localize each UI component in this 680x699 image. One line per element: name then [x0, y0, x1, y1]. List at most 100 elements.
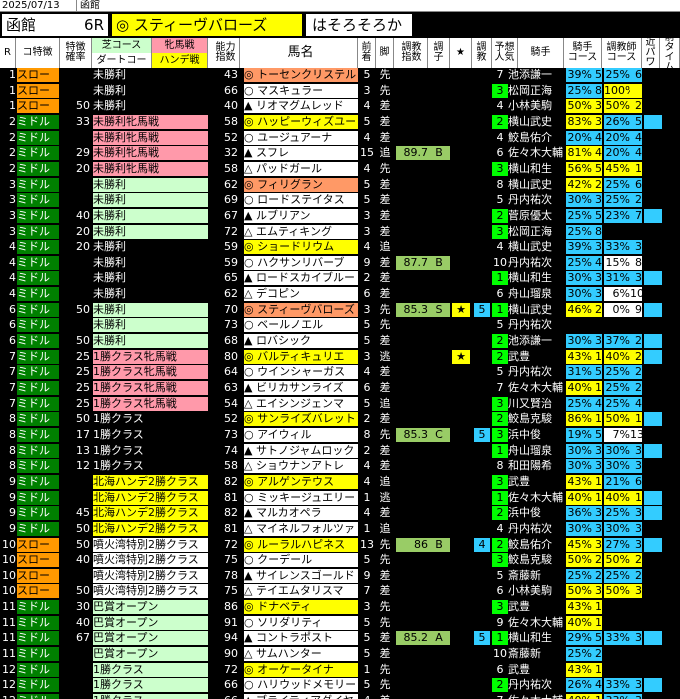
table-row[interactable]: 1スロー未勝利66○ マスキュラー3先3松岡正海25%8100%: [0, 83, 680, 99]
running-style: 差: [379, 287, 391, 301]
horse-name: △ パッドガール: [244, 161, 358, 176]
table-row[interactable]: 11 ミドル 巴賞オープン 90 △ サムハンター 5 差 10 斎藤新 25% 2: [0, 647, 680, 662]
table-row[interactable]: 9 ミドル 45 北海ハンデ2勝クラス 82 ▲ マルカオペラ 4 差 2 浜中俊 36% 3 25% 3: [0, 506, 680, 521]
table-row[interactable]: 10 スロー 噴火湾特別2勝クラス 78 ▲ サイレンスゴールド 9 差 5 斎藤新 25% 2 25…: [0, 568, 680, 584]
table-row[interactable]: 3 ミドル 20 未勝利 72 △ エムティキング 3 差 3 松岡正海 25% 8: [0, 224, 680, 240]
table-row[interactable]: 1 スロー 未勝利 43 ◎ トーセンクリステル 5 先 7 池添謙一 39% 5 25% 6: [0, 68, 680, 83]
running-style: 差: [379, 584, 391, 598]
table-row[interactable]: 8 ミドル 17 1勝クラス 73 ○ アイウィル 8 先 85.3 C 5 3 浜中俊 19% 5 7% 13: [0, 427, 680, 443]
header-name: 馬名: [244, 38, 358, 68]
table-row[interactable]: 8 ミドル 12 1勝クラス 58 △ ショウナンアトレ 4 差 8 和田陽希 30% 3 30% 3: [0, 459, 680, 474]
table-row[interactable]: 9 ミドル 50 北海ハンデ2勝クラス 81 △ マイネルフォルツァ 1 追 4 丹内祐次 30% 3…: [0, 521, 680, 537]
trainer-course-rank: 7: [630, 208, 642, 223]
table-row[interactable]: 4 ミドル 未勝利 62 △ デコピン 6 差 6 舟山瑠泉 30% 3 6% 10: [0, 287, 680, 302]
jockey-course-rate: 50%: [566, 99, 592, 114]
jockey-course-rank: 1: [592, 381, 602, 395]
table-row[interactable]: 1 スロー 50 未勝利 40 ▲ リオマグムレッド 4 差 4 小林美駒 50% 3 50% 2: [0, 99, 680, 114]
top-pick-comment: はそろそろか: [306, 14, 412, 36]
trainer-course-rate: 40%: [604, 349, 630, 364]
trainer-course-rank: 2: [630, 365, 642, 380]
horse-name: △ サムハンター: [244, 647, 358, 662]
table-row[interactable]: 6 ミドル 未勝利 73 ○ ベールノエル 5 先 5 丹内祐次: [0, 318, 680, 333]
table-row[interactable]: 2 ミドル 29 未勝利牝馬戦 32 ▲ スフレ 15 追 89.7 B 6 佐々木大輔 81% 4 20%…: [0, 146, 680, 161]
table-row[interactable]: 9 ミドル 北海ハンデ2勝クラス 82 ◎ アルゲンテウス 4 追 3 武豊 43% 1 21% 6: [0, 474, 680, 490]
trainer-course-rate: 25%: [604, 396, 630, 411]
feature-rate: [60, 318, 90, 332]
race-type: 噴火湾特別2勝クラス: [93, 553, 208, 568]
predicted-popularity: 6: [496, 287, 504, 301]
venue-tab[interactable]: 函館: [76, 0, 100, 12]
horse-name: ○ ロードステイタス: [244, 193, 358, 208]
jockey-name: 松岡正海: [508, 83, 552, 97]
table-row[interactable]: 9 ミドル 北海ハンデ2勝クラス 81 ○ ミッキージュエリー 1 逃 1 佐々木大輔 40% 1 4…: [0, 490, 680, 506]
table-row[interactable]: 6 ミドル 50 未勝利 70 ◎ スティーヴバローズ 3 先 85.3 S ★ 5 1 横山武史 46% 2…: [0, 302, 680, 318]
horse-name: ◎ ドナベティ: [244, 600, 358, 615]
table-row[interactable]: 11 ミドル 67 巴賞オープン 94 ▲ コントラポスト 5 差 85.2 A 5 1 横山和生 29%…: [0, 631, 680, 646]
training-index: 86: [396, 537, 428, 552]
race-number: 10: [2, 537, 16, 551]
table-row[interactable]: 12 ミドル 1勝クラス 66 ○ ハリウッドメモリー 5 先 2 丹内祐次 26% 4 33% 3: [0, 678, 680, 693]
race-type: 1勝クラス: [93, 427, 144, 441]
table-row[interactable]: 4 ミドル 未勝利 59 ○ ハクサンリバーブ 9 差 87.7 B 10 丹内祐次 25% 4 15% 8: [0, 255, 680, 271]
race-number: 10: [2, 568, 16, 582]
table-row[interactable]: 3 ミドル 40 未勝利 67 ▲ ルブリアン 3 差 2 菅原優太 25% 5 23% 7: [0, 208, 680, 224]
table-row[interactable]: 10 スロー 50 噴火湾特別2勝クラス 72 ◎ ルーラルハピネス 13 先 86 B 4 2 鮫島佑…: [0, 537, 680, 553]
pace-type: ミドル: [17, 130, 59, 145]
recent-power-bar: [644, 302, 662, 317]
training-index: 85.2: [396, 631, 428, 646]
trainer-course-rate: 6%: [604, 287, 630, 302]
trainer-course-rank: 2: [630, 349, 642, 364]
race-number: 4: [9, 271, 16, 285]
pace-type: ミドル: [17, 146, 59, 161]
table-row[interactable]: 2 ミドル 未勝利牝馬戦 52 ○ ユージュアーナ 4 差 4 鮫島佑介 20% 4 20% 4: [0, 130, 680, 146]
trainer-course-rate: 31%: [604, 271, 630, 286]
table-row[interactable]: 8 ミドル 50 1勝クラス 52 ◎ サンライズバレット 2 差 2 鮫島克駿 86% 1 50% 1: [0, 412, 680, 427]
table-row[interactable]: 7 ミドル 25 1勝クラス牝馬戦 64 ○ ウインシャーガス 4 差 5 丹内祐次 31% 5 25%…: [0, 365, 680, 380]
prev-finish: 6: [363, 381, 371, 394]
jockey-course-rate: 30%: [566, 443, 592, 458]
jockey-name: 浜中俊: [508, 506, 541, 520]
table-row[interactable]: 4 ミドル 20 未勝利 59 ◎ ショードリウム 4 追 4 横山武史 39% 3 33% 3: [0, 240, 680, 255]
trainer-course-rank: 3: [630, 537, 642, 552]
recent-power-bar: [644, 271, 662, 286]
table-row[interactable]: 10 スロー 40 噴火湾特別2勝クラス 75 ○ クーデール 5 先 3 鮫島克駿 50% 2 50%…: [0, 553, 680, 568]
race-number: 8: [9, 459, 16, 473]
race-type: 1勝クラス牝馬戦: [93, 349, 208, 364]
recent-power-bar: [644, 678, 662, 693]
horse-name: ○ ハクサンリバーブ: [244, 255, 358, 270]
running-style: 差: [379, 334, 391, 348]
table-row[interactable]: 11 ミドル 30 巴賞オープン 86 ◎ ドナベティ 3 先 3 武豊 43% 1: [0, 600, 680, 615]
table-row[interactable]: 7 ミドル 25 1勝クラス牝馬戦 80 ◎ バルティキュリエ 3 逃 ★ 2 武豊 43% 1 40% 2: [0, 349, 680, 365]
ability-index: 66: [224, 83, 238, 97]
race-type: 未勝利: [93, 177, 208, 192]
table-row[interactable]: 11 ミドル 40 巴賞オープン 91 ○ ソリダリティ 5 先 9 佐々木大輔 40% 1: [0, 615, 680, 631]
table-row[interactable]: 10 スロー 50 噴火湾特別2勝クラス 75 △ テイエムタリスマ 7 差 6 小林美駒 50% 3…: [0, 584, 680, 599]
table-row[interactable]: 12 ミドル 1勝クラス 72 ◎ オーケータイナ 1 先 6 武豊 43% 1: [0, 662, 680, 678]
table-row[interactable]: 7 ミドル 25 1勝クラス牝馬戦 54 △ エイシンジェンマ 5 追 3 川又賢治 25% 4 25%…: [0, 396, 680, 412]
race-number: 7: [9, 365, 16, 379]
race-type: 噴火湾特別2勝クラス: [93, 584, 208, 599]
trainer-course-rank: 1: [630, 161, 642, 176]
trainer-course-rate: 27%: [604, 537, 630, 552]
table-row[interactable]: 6 ミドル 50 未勝利 68 ▲ ロバシック 5 差 2 池添謙一 30% 3 37% 2: [0, 334, 680, 349]
table-row[interactable]: 2 ミドル 33 未勝利牝馬戦 58 ◎ ハッピーウィズユー 5 差 2 横山武史 83% 3 26% 5: [0, 114, 680, 130]
pace-type: ミドル: [17, 287, 59, 302]
jockey-course-rate: 43%: [566, 349, 592, 364]
header-tcourse: 調教師 コース: [602, 38, 642, 68]
race-type: 噴火湾特別2勝クラス: [93, 537, 208, 552]
jockey-name: 丹内祐次: [508, 255, 552, 269]
top-pick-horse: ◎ スティーヴバローズ: [112, 14, 302, 36]
table-row[interactable]: 2 ミドル 20 未勝利牝馬戦 58 △ パッドガール 4 先 3 横山和生 56% 5 45% 1: [0, 161, 680, 177]
table-row[interactable]: 3 ミドル 未勝利 69 ○ ロードステイタス 5 差 5 丹内祐次 30% 3 25% 2: [0, 193, 680, 208]
running-style: 差: [379, 208, 391, 222]
table-row[interactable]: 4 ミドル 未勝利 65 ▲ ロードスカイブルー 2 差 1 横山和生 30% 3 31% 3: [0, 271, 680, 286]
table-row[interactable]: 3 ミドル 未勝利 62 ◎ フィリグラン 5 差 8 横山武史 42% 2 25% 6: [0, 177, 680, 193]
table-row[interactable]: 12ミドル 1勝クラス 66 ▲ ブライティアダイヤ4差 7佐々木大輔40%133%3: [0, 694, 680, 699]
race-number: 2: [9, 161, 16, 175]
horse-name: ○ ユージュアーナ: [244, 130, 358, 145]
table-row[interactable]: 8 ミドル 13 1勝クラス 74 ▲ サトノジャムロック 2 差 1 舟山瑠泉 30% 3 30% 3: [0, 443, 680, 459]
jockey-course-rank: 1: [592, 662, 602, 677]
table-row[interactable]: 7 ミドル 25 1勝クラス牝馬戦 63 ▲ ビリカサンライズ 6 差 7 佐々木大輔 40% 1 25…: [0, 381, 680, 396]
feature-rate: 17: [76, 427, 90, 441]
predicted-popularity: 4: [496, 130, 504, 144]
